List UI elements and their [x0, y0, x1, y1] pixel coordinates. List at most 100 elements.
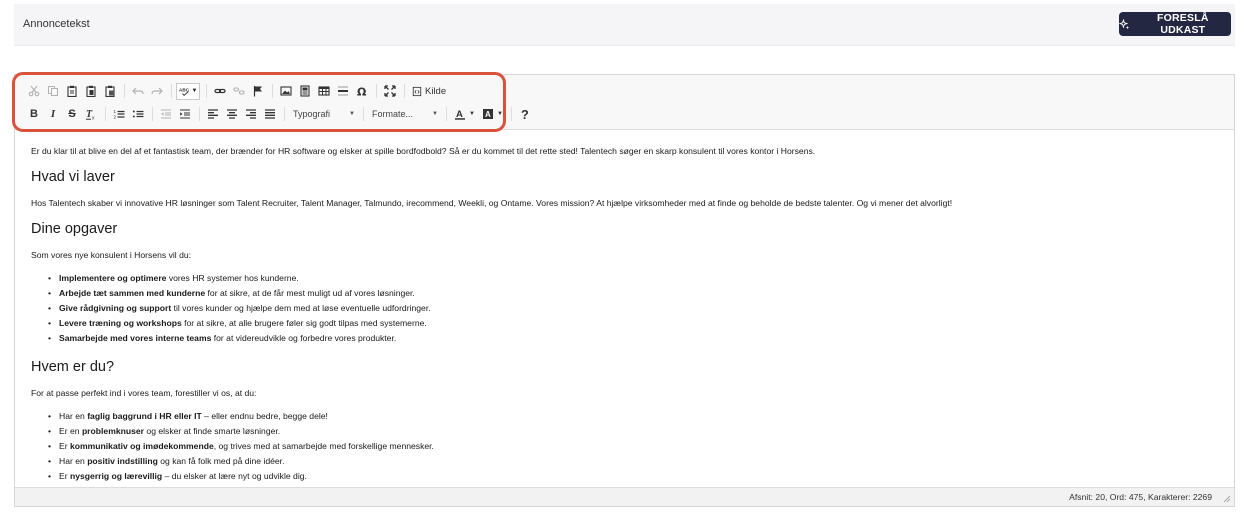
bulleted-list-button[interactable] [129, 105, 147, 123]
editor-content[interactable]: Er du klar til at blive en del af et fan… [15, 131, 1234, 487]
svg-text:Ω: Ω [357, 86, 367, 98]
editor-toolbar: ABC ▼ Ω Kilde B I S Tx 1 2 Typografi ▼ F… [15, 75, 1234, 130]
list-item: Implementere og optimere vores HR system… [31, 271, 1234, 286]
align-left-button[interactable] [204, 105, 222, 123]
list-item-text: vores HR systemer hos kunderne. [166, 273, 299, 283]
word-count-status: Afsnit: 20, Ord: 475, Karakterer: 2269 [1069, 492, 1212, 502]
list-item-bold: faglig baggrund i HR eller IT [87, 411, 202, 421]
horizontal-rule-button[interactable] [334, 82, 352, 100]
suggest-draft-label: FORESLÅ UDKAST [1157, 12, 1209, 36]
align-justify-button[interactable] [261, 105, 279, 123]
list-item-prefix: Er [59, 471, 70, 481]
anchor-button[interactable] [249, 82, 267, 100]
bulleted-list-icon [132, 110, 144, 118]
list-item: Give rådgivning og support til vores kun… [31, 301, 1234, 316]
redo-button[interactable] [148, 82, 166, 100]
list-item: Samarbejde med vores interne teams for a… [31, 331, 1234, 346]
italic-button[interactable]: I [44, 105, 62, 123]
link-icon [214, 88, 226, 94]
flag-icon [253, 86, 262, 97]
list-item-prefix: Er en [59, 426, 82, 436]
background-color-button[interactable]: A ▼ [479, 105, 506, 123]
chevron-down-icon: ▼ [432, 111, 438, 117]
toolbar-separator [124, 84, 125, 98]
toolbar-separator [363, 107, 364, 121]
help-button[interactable]: ? [516, 105, 534, 123]
link-button[interactable] [211, 82, 229, 100]
maximize-button[interactable] [381, 82, 399, 100]
list-item-prefix: Er [59, 441, 70, 451]
list-item-bold: problemknuser [81, 426, 145, 436]
list-item-text: og kan få folk med på dine idéer. [157, 456, 285, 466]
tasks-list: Implementere og optimere vores HR system… [31, 271, 1234, 346]
undo-button[interactable] [129, 82, 147, 100]
template-button[interactable] [296, 82, 314, 100]
toolbar-separator [152, 107, 153, 121]
toolbar-separator [376, 84, 377, 98]
indent-button[interactable] [176, 105, 194, 123]
align-center-button[interactable] [223, 105, 241, 123]
toolbar-separator [206, 84, 207, 98]
bold-icon: B [30, 108, 38, 120]
paragraph-what-we-do: Hos Talentech skaber vi innovative HR lø… [31, 198, 953, 208]
paragraph-tasks-intro: Som vores nye konsulent i Horsens vil du… [31, 250, 192, 260]
toolbar-separator [446, 107, 447, 121]
source-button[interactable]: Kilde [409, 82, 449, 100]
styles-dropdown[interactable]: Typografi ▼ [289, 105, 359, 123]
job-ad-text-panel: Annoncetekst FORESLÅ UDKAST ABC ▼ Ω Kild… [14, 4, 1235, 521]
source-label: Kilde [425, 85, 447, 97]
bold-button[interactable]: B [25, 105, 43, 123]
background-color-icon: A [482, 109, 493, 119]
horizontal-line-icon [338, 86, 348, 96]
list-item-bold: nysgerrig og lærevillig [69, 471, 163, 481]
strikethrough-button[interactable]: S [63, 105, 81, 123]
chevron-down-icon: ▼ [191, 88, 198, 94]
paste-word-button[interactable] [101, 82, 119, 100]
outdent-button[interactable] [157, 105, 175, 123]
heading-what-we-do: Hvad vi laver [31, 169, 115, 185]
heading-who-are-you: Hvem er du? [31, 359, 115, 375]
table-button[interactable] [315, 82, 333, 100]
toolbar-separator [171, 84, 172, 98]
editor-statusbar: Afsnit: 20, Ord: 475, Karakterer: 2269 [15, 487, 1234, 506]
unlink-icon [233, 87, 245, 95]
list-item-bold: kommunikativ og imødekommende [69, 441, 214, 451]
spellcheck-button[interactable]: ABC ▼ [176, 82, 200, 100]
numbered-list-button[interactable]: 12 [110, 105, 128, 123]
image-button[interactable] [277, 82, 295, 100]
format-dropdown[interactable]: Formate... ▼ [368, 105, 442, 123]
cut-button[interactable] [25, 82, 43, 100]
unlink-button[interactable] [230, 82, 248, 100]
copy-button[interactable] [44, 82, 62, 100]
resize-grip-icon[interactable] [1223, 495, 1231, 503]
list-item: Har en positiv indstilling og kan få fol… [31, 454, 1234, 469]
list-item-prefix: Har en [59, 456, 88, 466]
omega-icon: Ω [357, 86, 367, 98]
remove-format-button[interactable]: Tx [82, 105, 100, 123]
format-label: Formate... [372, 109, 414, 119]
list-item-text: for at videreudvikle og forbedre vores p… [211, 333, 397, 343]
text-color-button[interactable]: A ▼ [451, 105, 478, 123]
help-icon: ? [520, 106, 529, 122]
scissors-icon [28, 85, 40, 97]
paragraph-who-intro: For at passe perfekt ind i vores team, f… [31, 388, 257, 398]
paste-text-button[interactable] [82, 82, 100, 100]
list-item: Levere træning og workshops for at sikre… [31, 316, 1234, 331]
suggest-draft-button[interactable]: FORESLÅ UDKAST [1119, 12, 1231, 36]
toolbar-separator [284, 107, 285, 121]
sparkle-icon [1119, 18, 1130, 29]
toolbar-separator [105, 107, 106, 121]
list-item-bold: Arbejde tæt sammen med kunderne [59, 288, 206, 298]
numbered-list-icon: 12 [114, 109, 125, 120]
list-item-bold: Implementere og optimere [59, 273, 167, 283]
special-char-button[interactable]: Ω [353, 82, 371, 100]
chevron-down-icon: ▼ [496, 111, 503, 117]
align-justify-icon [265, 109, 275, 119]
paste-button[interactable] [63, 82, 81, 100]
remove-format-icon: Tx [86, 109, 95, 121]
list-item-text: til vores kunder og hjælpe dem med at lø… [171, 303, 431, 313]
list-item: Er en problemknuser og elsker at finde s… [31, 424, 1234, 439]
svg-text:x: x [92, 116, 95, 121]
source-code-icon [412, 86, 422, 96]
align-right-button[interactable] [242, 105, 260, 123]
